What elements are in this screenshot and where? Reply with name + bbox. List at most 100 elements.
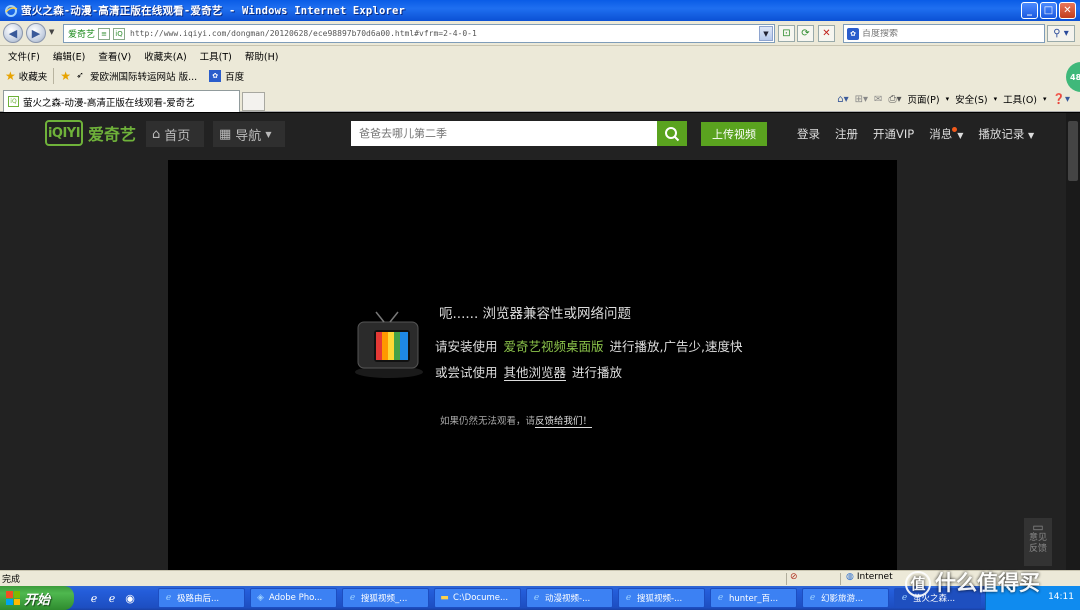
ie-icon: ℯ: [349, 593, 356, 603]
window-title: 萤火之森-动漫-高清正版在线观看-爱奇艺 - Windows Internet …: [21, 5, 406, 17]
feedback-link[interactable]: 反馈给我们！: [535, 416, 593, 428]
install-prefix: 请安装使用: [435, 339, 498, 354]
history-dropdown-icon[interactable]: ▼: [49, 28, 54, 36]
vip-link[interactable]: 开通VIP: [873, 126, 914, 142]
history-label: 播放记录: [978, 126, 1025, 141]
task-label: 搜狐视频_...: [361, 594, 408, 604]
ie-quicklaunch-icon-2[interactable]: ℯ: [104, 590, 120, 606]
site-search-button[interactable]: [657, 121, 687, 146]
browser-suffix: 进行播放: [572, 365, 623, 380]
feedback-prefix: 如果仍然无法观看，请: [440, 416, 536, 427]
menu-tools[interactable]: 工具(T): [200, 49, 232, 63]
task-label: 幻影旅游...: [821, 594, 864, 604]
popup-blocker-icon[interactable]: ⊘: [790, 572, 798, 582]
tools-menu[interactable]: 工具(O): [1003, 92, 1037, 106]
fav-item-transfer[interactable]: ➶ 爱欧洲国际转运网站 版...: [74, 69, 197, 83]
task-item[interactable]: ℯ hunter_百...: [710, 588, 797, 608]
desktop-app-link[interactable]: 爱奇艺视频桌面版: [504, 339, 604, 354]
other-browser-link[interactable]: 其他浏览器: [503, 365, 567, 381]
feedback-float-button[interactable]: ▭ 意见 反馈: [1024, 518, 1052, 566]
nav-label: 导航: [235, 128, 262, 144]
error-line-browser: 或尝试使用 其他浏览器 进行播放: [435, 362, 622, 381]
start-button[interactable]: 开始: [0, 586, 74, 610]
video-player[interactable]: 呃...... 浏览器兼容性或网络问题 请安装使用 爱奇艺视频桌面版 进行播放,广告…: [168, 160, 897, 570]
task-label: hunter_百...: [729, 594, 779, 604]
install-suffix: 进行播放,广告少,速度快: [609, 339, 743, 354]
address-dropdown-icon[interactable]: ▼: [759, 26, 773, 41]
history-link[interactable]: 播放记录 ▼: [978, 126, 1034, 142]
watermark-logo-icon: 值: [905, 571, 931, 597]
favorites-button[interactable]: 收藏夹: [19, 69, 48, 83]
fav-item-baidu[interactable]: ✿ 百度: [209, 69, 244, 83]
mail-icon[interactable]: ✉: [874, 94, 882, 105]
menu-edit[interactable]: 编辑(E): [53, 49, 85, 63]
task-item[interactable]: ℯ 动漫视频-...: [526, 588, 613, 608]
scroll-thumb[interactable]: [1068, 121, 1078, 181]
ie-icon: ℯ: [717, 593, 724, 603]
feeds-icon[interactable]: ⊞▾: [855, 94, 868, 105]
maximize-button[interactable]: □: [1040, 2, 1057, 19]
task-item[interactable]: ▬ C:\Docume...: [434, 588, 521, 608]
task-item[interactable]: ℯ 搜狐视频_...: [342, 588, 429, 608]
messages-link[interactable]: 消息 ▼: [929, 126, 963, 142]
menu-help[interactable]: 帮助(H): [245, 49, 279, 63]
fav-item-label: 百度: [225, 72, 245, 83]
safety-menu[interactable]: 安全(S): [955, 92, 987, 106]
ie-icon: ℯ: [809, 593, 816, 603]
grid-icon: ▦: [219, 126, 232, 142]
refresh-icon: ⟳: [801, 28, 810, 39]
nav-menu-button[interactable]: ▦ 导航 ▼: [213, 121, 285, 147]
menu-favorites[interactable]: 收藏夹(A): [144, 49, 186, 63]
ie-icon: ℯ: [625, 593, 632, 603]
house-icon: ⌂: [152, 126, 161, 142]
clock[interactable]: 14:11: [1048, 592, 1074, 602]
login-link[interactable]: 登录: [797, 126, 820, 142]
search-field[interactable]: ✿: [843, 24, 1045, 43]
page-menu[interactable]: 页面(P): [907, 92, 939, 106]
command-bar: ⌂▾ ⊞▾ ✉ ⎙▾ 页面(P) ▾ 安全(S) ▾ 工具(O) ▾ ❓▾: [837, 92, 1070, 107]
error-line-install: 请安装使用 爱奇艺视频桌面版 进行播放,广告少,速度快: [435, 336, 742, 355]
stop-icon: ✕: [822, 28, 831, 39]
search-input[interactable]: [862, 28, 1032, 39]
refresh-button[interactable]: ⟳: [797, 25, 814, 42]
menu-view[interactable]: 查看(V): [98, 49, 131, 63]
security-zone[interactable]: ◍ Internet: [846, 572, 893, 582]
task-item[interactable]: ℯ 极路由后...: [158, 588, 245, 608]
favorites-star-icon: ★: [5, 69, 16, 83]
messages-label: 消息: [929, 126, 953, 141]
close-button[interactable]: ✕: [1059, 2, 1076, 19]
help-icon[interactable]: ❓▾: [1053, 94, 1070, 105]
site-search-input[interactable]: [351, 127, 641, 140]
minimize-button[interactable]: _: [1021, 2, 1038, 19]
print-icon[interactable]: ⎙▾: [888, 94, 901, 105]
back-button[interactable]: ◀: [3, 23, 23, 43]
task-item[interactable]: ◈ Adobe Pho...: [250, 588, 337, 608]
upload-video-button[interactable]: 上传视频: [701, 122, 767, 146]
task-item[interactable]: ℯ 幻影旅游...: [802, 588, 889, 608]
menu-file[interactable]: 文件(F): [8, 49, 40, 63]
site-search-field[interactable]: [351, 121, 657, 146]
baidu-icon: ✿: [209, 70, 222, 82]
globe-icon: ◍: [846, 572, 854, 582]
tab-active[interactable]: iQ 萤火之森-动漫-高清正版在线观看-爱奇艺: [3, 90, 240, 112]
ie-quicklaunch-icon[interactable]: ℯ: [86, 590, 102, 606]
vertical-scrollbar[interactable]: [1066, 113, 1080, 570]
chrome-quicklaunch-icon[interactable]: ◉: [122, 590, 138, 606]
tab-label: 萤火之森-动漫-高清正版在线观看-爱奇艺: [23, 97, 195, 109]
photoshop-icon: ◈: [257, 593, 264, 603]
add-favorite-icon[interactable]: ★: [60, 69, 71, 83]
address-url[interactable]: http://www.iqiyi.com/dongman/20120628/ec…: [130, 29, 477, 38]
address-field[interactable]: 爱奇艺 ≡ iQ http://www.iqiyi.com/dongman/20…: [63, 24, 775, 43]
new-tab-button[interactable]: [242, 92, 265, 111]
compat-icon[interactable]: ≡: [98, 27, 111, 40]
task-item[interactable]: ℯ 搜狐视频-...: [618, 588, 705, 608]
forward-button[interactable]: ▶: [26, 23, 46, 43]
iqiyi-logo[interactable]: iQIYI 爱奇艺: [45, 120, 136, 146]
home-button[interactable]: ⌂ 首页: [146, 121, 204, 147]
register-link[interactable]: 注册: [835, 126, 858, 142]
fav-item-label: 爱欧洲国际转运网站 版...: [90, 72, 198, 83]
search-go-button[interactable]: ⚲ ▾: [1047, 25, 1075, 42]
compat-view-button[interactable]: ⊡: [778, 25, 795, 42]
home-icon[interactable]: ⌂▾: [837, 94, 848, 105]
stop-button[interactable]: ✕: [818, 25, 835, 42]
